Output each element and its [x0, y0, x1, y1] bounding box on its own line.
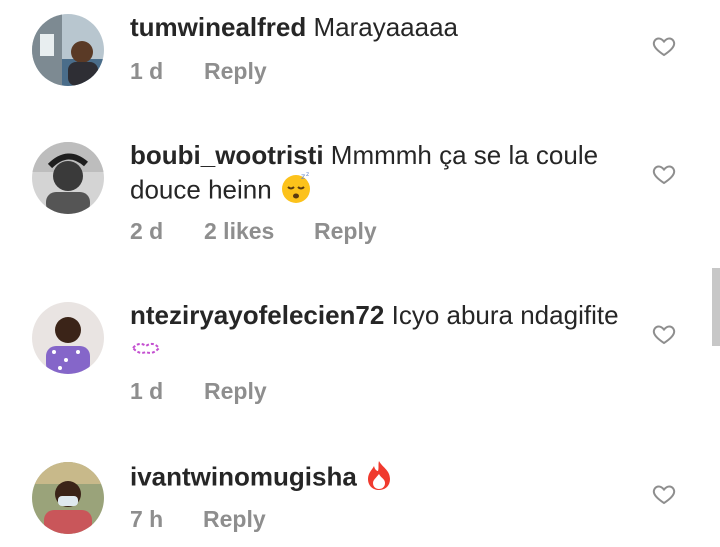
- avatar[interactable]: [32, 14, 104, 86]
- comment-username[interactable]: nteziryayofelecien72: [130, 300, 384, 330]
- sleeping-face-emoji: z z: [279, 171, 313, 212]
- heart-outline-icon[interactable]: [652, 34, 676, 58]
- heart-outline-icon[interactable]: [652, 322, 676, 346]
- comment-text: ivantwinomugisha: [130, 459, 630, 498]
- comment-text: nteziryayofelecien72 Icyo abura ndagifit…: [130, 299, 630, 365]
- comment-time: 1 d: [130, 58, 164, 84]
- avatar[interactable]: [32, 302, 104, 374]
- comment-username[interactable]: ivantwinomugisha: [130, 461, 357, 491]
- fire-emoji: [364, 459, 394, 498]
- comment-time: 7 h: [130, 506, 164, 532]
- comment-body: Icyo abura ndagifite: [391, 300, 619, 330]
- comment-username[interactable]: boubi_wootristi: [130, 140, 324, 170]
- avatar[interactable]: [32, 142, 104, 214]
- reply-button[interactable]: Reply: [314, 218, 377, 245]
- avatar[interactable]: [32, 462, 104, 534]
- comment-text: boubi_wootristi Mmmmh ça se la coule dou…: [130, 139, 630, 212]
- comment-username[interactable]: tumwinealfred: [130, 12, 306, 42]
- kiss-lips-emoji: [130, 333, 162, 365]
- heart-outline-icon[interactable]: [652, 162, 676, 186]
- comment-text: tumwinealfred Marayaaaaa: [130, 11, 630, 43]
- reply-button[interactable]: Reply: [203, 506, 266, 533]
- comment-time: 1 d: [130, 378, 164, 404]
- svg-text:z: z: [301, 172, 305, 181]
- heart-outline-icon[interactable]: [652, 482, 676, 506]
- svg-text:z: z: [306, 171, 309, 178]
- reply-button[interactable]: Reply: [204, 378, 267, 405]
- likes-count[interactable]: 2 likes: [204, 218, 274, 245]
- scrollbar[interactable]: [712, 268, 720, 346]
- comment-body: Marayaaaaa: [313, 12, 459, 42]
- comment-time: 2 d: [130, 218, 164, 244]
- reply-button[interactable]: Reply: [204, 58, 267, 85]
